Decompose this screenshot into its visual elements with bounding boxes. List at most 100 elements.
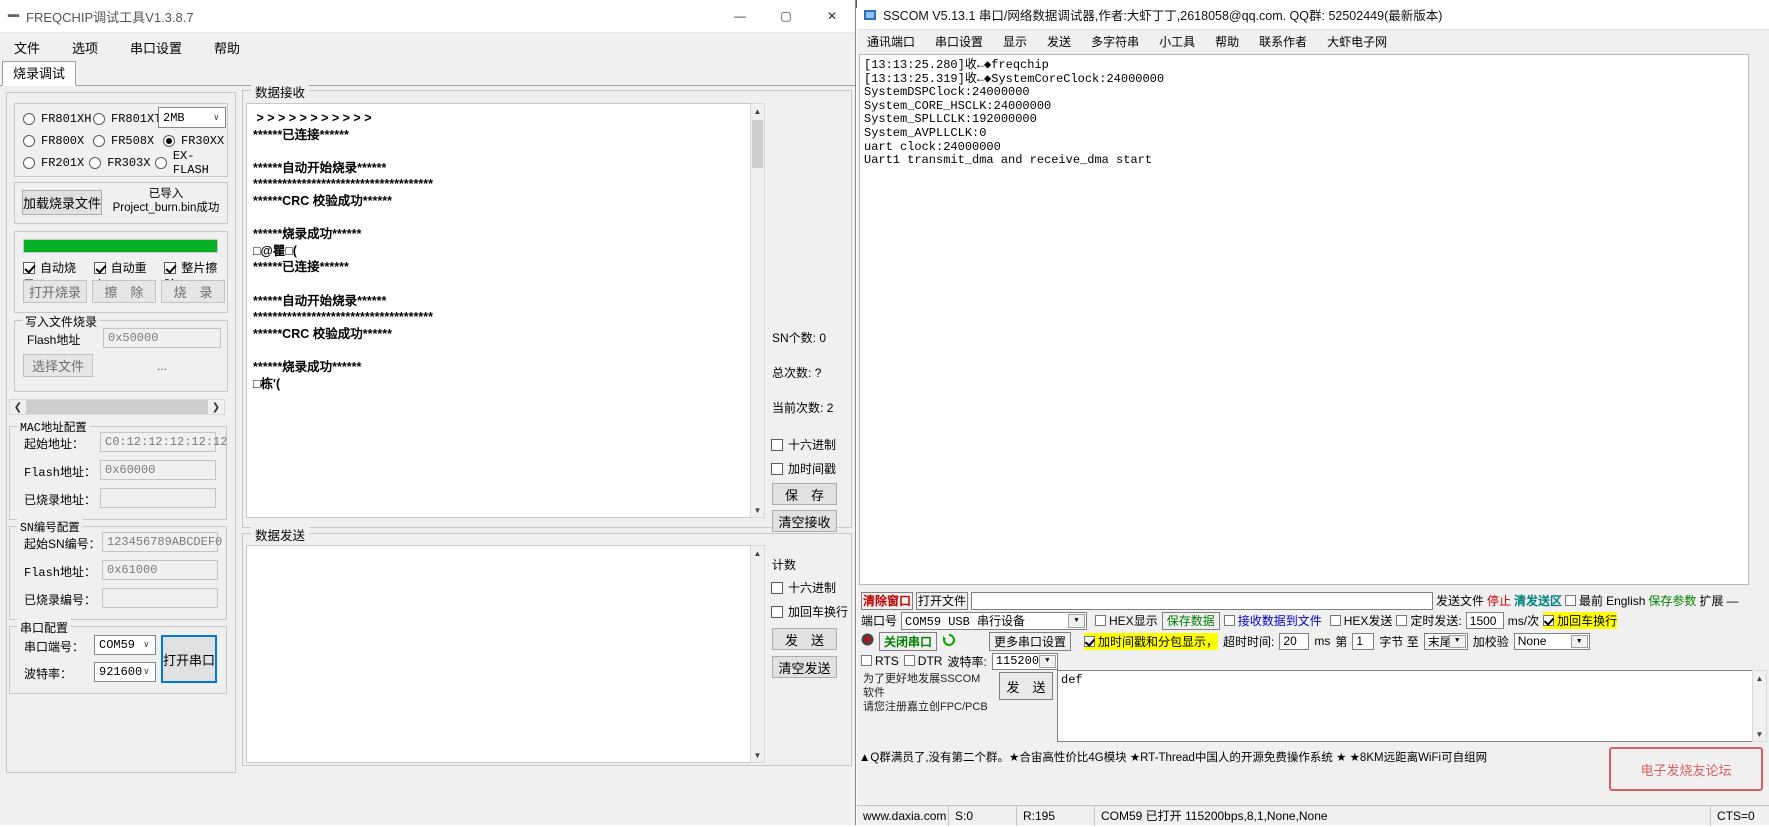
- extend-button[interactable]: 扩展: [1699, 592, 1723, 609]
- byte-from-input[interactable]: 1: [1352, 632, 1375, 650]
- file-path-input[interactable]: [971, 591, 1433, 610]
- english-button[interactable]: English: [1606, 594, 1645, 608]
- scroll-up-icon[interactable]: ▲: [751, 546, 764, 560]
- receive-vscrollbar[interactable]: ▲ ▼: [750, 103, 765, 518]
- checkbox-recv-hex[interactable]: 十六进制: [771, 436, 836, 453]
- hscroll-thumb[interactable]: [26, 400, 208, 414]
- clear-send-area-button[interactable]: 清发送区: [1514, 592, 1562, 609]
- sscom-menu-serial-settings[interactable]: 串口设置: [935, 33, 983, 50]
- send-button[interactable]: 发 送: [772, 628, 837, 650]
- mac-burned-addr-input[interactable]: [100, 488, 216, 508]
- scroll-down-icon[interactable]: ▼: [1753, 727, 1766, 741]
- chip-option-fr800x[interactable]: FR800X: [23, 134, 93, 148]
- collapse-button[interactable]: —: [1726, 594, 1738, 608]
- tab-burn-debug[interactable]: 烧录调试: [2, 61, 77, 86]
- checkbox-dtr[interactable]: DTR: [903, 654, 942, 668]
- checkbox-topmost[interactable]: 最前: [1565, 592, 1603, 609]
- baud-rate-select[interactable]: 115200 ▼: [991, 652, 1058, 670]
- data-receive-textarea[interactable]: > > > > > > > > > > > ******已连接****** **…: [246, 103, 758, 518]
- sscom-menu-multistring[interactable]: 多字符串: [1091, 33, 1139, 50]
- sn-start-input[interactable]: 123456789ABCDEF0: [102, 532, 222, 552]
- checkbox-send-crlf[interactable]: 加回车换行: [771, 603, 848, 620]
- baud-rate-select[interactable]: 921600 ∨: [94, 662, 156, 682]
- sscom-menu-send[interactable]: 发送: [1047, 33, 1071, 50]
- scroll-down-icon[interactable]: ▼: [751, 503, 764, 517]
- menu-item-file[interactable]: 文件: [10, 36, 44, 59]
- sscom-menu-display[interactable]: 显示: [1003, 33, 1027, 50]
- more-serial-settings-button[interactable]: 更多串口设置: [989, 631, 1072, 651]
- scroll-right-icon[interactable]: ❯: [208, 402, 224, 413]
- mac-start-addr-input[interactable]: C0:12:12:12:12:12: [100, 432, 227, 452]
- open-file-button[interactable]: 打开文件: [916, 591, 968, 610]
- close-button[interactable]: ✕: [809, 0, 855, 32]
- sscom-send-vscrollbar[interactable]: ▲ ▼: [1752, 670, 1767, 742]
- scroll-left-icon[interactable]: ❮: [10, 402, 26, 413]
- chip-option-fr201x[interactable]: FR201X: [23, 156, 89, 170]
- checkbox-hex-display[interactable]: HEX显示: [1095, 612, 1158, 629]
- write-flash-addr-input[interactable]: 0x50000: [103, 328, 221, 348]
- checkbox-hex-send[interactable]: HEX发送: [1329, 612, 1392, 629]
- checkbox-recv-timestamp[interactable]: 加时间戳: [771, 460, 836, 477]
- chevron-down-icon[interactable]: ▼: [1570, 634, 1588, 648]
- sscom-menu-comm-port[interactable]: 通讯端口: [867, 33, 915, 50]
- select-file-button[interactable]: 选择文件: [23, 354, 93, 377]
- receive-scroll-thumb[interactable]: [752, 120, 763, 168]
- load-burn-file-button[interactable]: 加载烧录文件: [22, 190, 102, 215]
- clear-send-button[interactable]: 清空发送: [772, 656, 837, 678]
- scroll-down-icon[interactable]: ▼: [751, 748, 764, 762]
- clear-window-button[interactable]: 清除窗口: [861, 591, 913, 610]
- timed-interval-input[interactable]: 1500: [1465, 612, 1504, 629]
- close-port-button[interactable]: 关闭串口: [879, 631, 938, 651]
- send-vscrollbar[interactable]: ▲ ▼: [750, 545, 765, 763]
- menu-item-serial-settings[interactable]: 串口设置: [126, 36, 186, 59]
- checkbox-recv-to-file[interactable]: 接收数据到文件: [1223, 612, 1322, 629]
- sn-burned-input[interactable]: [102, 588, 218, 608]
- chip-option-fr508x[interactable]: FR508X: [93, 134, 163, 148]
- port-select[interactable]: COM59 USB 串行设备 ▼: [901, 611, 1088, 630]
- chevron-down-icon[interactable]: ▼: [1068, 613, 1086, 628]
- sscom-menu-website[interactable]: 大虾电子网: [1327, 33, 1387, 50]
- serial-port-select[interactable]: COM59 ∨: [94, 635, 156, 655]
- minimize-button[interactable]: —: [717, 0, 763, 32]
- scroll-up-icon[interactable]: ▲: [1753, 671, 1766, 685]
- timeout-input[interactable]: 20: [1279, 632, 1310, 650]
- sscom-menu-contact-author[interactable]: 联系作者: [1259, 33, 1307, 50]
- sscom-receive-area[interactable]: [13:13:25.280]收←◆freqchip [13:13:25.319]…: [859, 54, 1749, 585]
- sscom-send-button[interactable]: 发 送: [999, 672, 1053, 700]
- chip-option-fr801xh[interactable]: FR801XH: [23, 112, 93, 126]
- checkbox-rts[interactable]: RTS: [861, 654, 899, 668]
- chip-option-fr303x[interactable]: FR303X: [89, 156, 155, 170]
- menu-item-options[interactable]: 选项: [68, 36, 102, 59]
- scroll-up-icon[interactable]: ▲: [751, 104, 764, 118]
- chevron-down-icon[interactable]: ▼: [1038, 654, 1056, 668]
- erase-button[interactable]: 擦 除: [92, 280, 156, 303]
- stop-button[interactable]: 停止: [1487, 592, 1511, 609]
- save-data-button[interactable]: 保存数据: [1161, 611, 1220, 630]
- mac-flash-addr-input[interactable]: 0x60000: [100, 460, 216, 480]
- flash-size-select[interactable]: 2MB ∨: [158, 107, 226, 128]
- burn-button[interactable]: 烧 录: [161, 280, 225, 303]
- left-panel-hscrollbar[interactable]: ❮ ❯: [9, 399, 225, 415]
- menu-item-help[interactable]: 帮助: [210, 36, 244, 59]
- chip-option-fr30xx[interactable]: FR30XX: [163, 134, 224, 148]
- chevron-down-icon[interactable]: ▼: [1448, 634, 1466, 648]
- checkbox-timestamp-split[interactable]: 加时间戳和分包显示，: [1084, 632, 1219, 650]
- open-serial-port-button[interactable]: 打开串口: [161, 635, 217, 683]
- data-send-textarea[interactable]: [246, 545, 758, 763]
- maximize-button[interactable]: ▢: [763, 0, 809, 32]
- send-file-button[interactable]: 发送文件: [1436, 592, 1484, 609]
- sscom-send-textarea[interactable]: def: [1057, 670, 1765, 742]
- clear-receive-button[interactable]: 清空接收: [772, 510, 837, 532]
- sn-flash-addr-input[interactable]: 0x61000: [102, 560, 218, 580]
- checkbox-timed-send[interactable]: 定时发送:: [1396, 612, 1462, 629]
- sscom-menu-tools[interactable]: 小工具: [1159, 33, 1195, 50]
- status-website[interactable]: www.daxia.com: [857, 805, 949, 826]
- save-receive-button[interactable]: 保 存: [772, 483, 837, 505]
- sscom-menu-help[interactable]: 帮助: [1215, 33, 1239, 50]
- refresh-icon[interactable]: [942, 633, 956, 650]
- chip-option-ex-flash[interactable]: EX-FLASH: [155, 149, 227, 177]
- checksum-select[interactable]: None ▼: [1513, 632, 1590, 650]
- chip-option-fr801xt[interactable]: FR801XT: [93, 112, 163, 126]
- open-burn-button[interactable]: 打开烧录: [23, 280, 87, 303]
- checkbox-add-crlf[interactable]: 加回车换行: [1543, 612, 1618, 629]
